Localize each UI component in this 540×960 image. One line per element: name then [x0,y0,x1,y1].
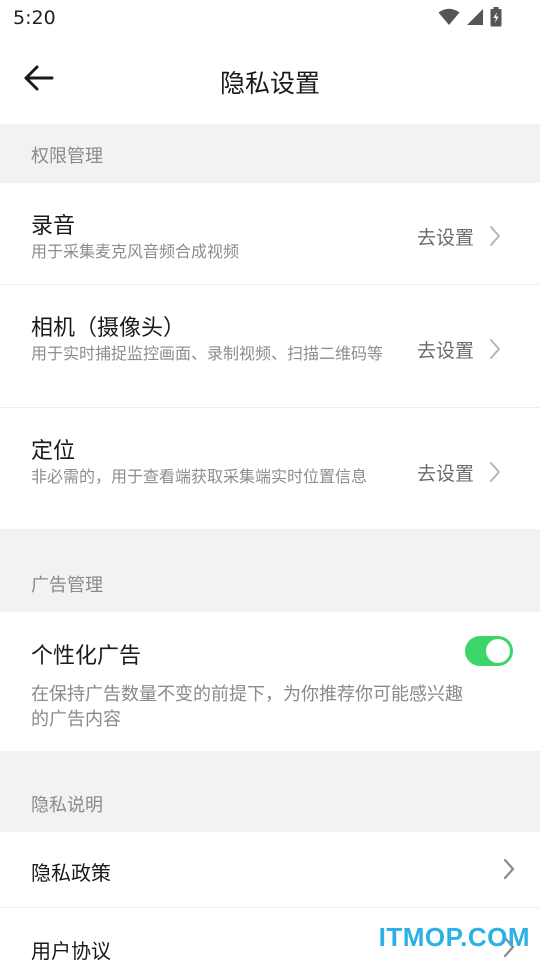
wifi-icon [438,8,460,30]
permission-row-location[interactable]: 定位 非必需的，用于查看端获取采集端实时位置信息 去设置 [0,408,540,529]
ad-personalization-row: 个性化广告 在保持广告数量不变的前提下，为你推荐你可能感兴趣的广告内容 [0,612,540,751]
chevron-right-icon [488,461,502,483]
section-header-ads: 广告管理 [31,575,103,596]
status-time: 5:20 [13,7,56,29]
personalized-ads-toggle[interactable] [465,636,513,666]
row-title: 定位 [31,439,76,464]
go-settings-button[interactable]: 去设置 [417,223,474,250]
toolbar: 隐私设置 [0,38,540,124]
ads-card: 个性化广告 在保持广告数量不变的前提下，为你推荐你可能感兴趣的广告内容 [0,612,540,751]
permission-row-camera[interactable]: 相机（摄像头） 用于实时捕捉监控画面、录制视频、扫描二维码等 去设置 [0,285,540,407]
chevron-right-icon [502,858,516,880]
permissions-card: 录音 用于采集麦克风音频合成视频 去设置 相机（摄像头） 用于实时捕捉监控画面、… [0,183,540,529]
watermark: ITMOP.COM [378,922,530,952]
chevron-right-icon [488,225,502,247]
go-settings-button[interactable]: 去设置 [417,336,474,363]
row-title: 相机（摄像头） [31,316,186,341]
status-icons [438,7,502,31]
row-desc: 非必需的，用于查看端获取采集端实时位置信息 [31,467,368,486]
row-desc: 用于采集麦克风音频合成视频 [31,242,240,261]
section-header-permissions: 权限管理 [31,146,103,167]
row-desc: 用于实时捕捉监控画面、录制视频、扫描二维码等 [31,344,384,363]
permission-row-audio[interactable]: 录音 用于采集麦克风音频合成视频 去设置 [0,183,540,284]
row-title: 个性化广告 [31,644,142,669]
section-header-privacy: 隐私说明 [31,795,103,816]
toggle-knob [486,639,510,663]
row-desc: 在保持广告数量不变的前提下，为你推荐你可能感兴趣的广告内容 [31,684,463,730]
row-title: 用户协议 [31,939,111,960]
battery-icon [490,7,502,31]
go-settings-button[interactable]: 去设置 [417,459,474,486]
cell-signal-icon [466,8,484,30]
page-title: 隐私设置 [219,69,320,98]
chevron-right-icon [488,338,502,360]
row-title: 隐私政策 [31,861,111,885]
status-bar: 5:20 [0,0,540,38]
privacy-policy-row[interactable]: 隐私政策 [0,832,540,907]
row-title: 录音 [31,214,76,239]
